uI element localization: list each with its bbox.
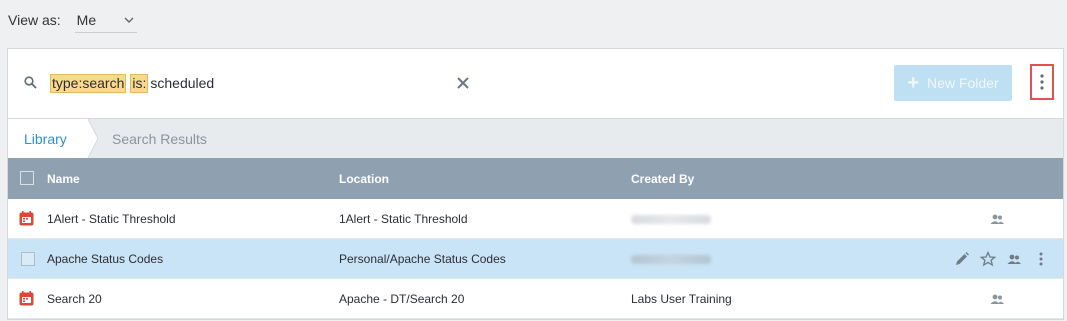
view-as-select[interactable]: Me [74, 7, 137, 33]
shared-users-icon[interactable] [1006, 251, 1022, 267]
table-header: Name Location Created By [8, 158, 1063, 199]
shared-users-icon[interactable] [989, 211, 1005, 227]
query-token-type: type:search [50, 73, 127, 93]
more-options-button[interactable] [1030, 64, 1054, 100]
row-created-by: Labs User Training [631, 292, 732, 306]
row-more-icon[interactable] [1033, 251, 1049, 267]
row-checkbox[interactable] [21, 252, 35, 266]
row-created-by [631, 239, 711, 279]
more-vertical-icon [1040, 74, 1044, 90]
clear-search-icon[interactable] [456, 76, 470, 90]
search-bar: type:search is: scheduled + New Folder [8, 49, 1063, 118]
row-created-by [631, 199, 711, 239]
blurred-user [631, 214, 711, 224]
header-location[interactable]: Location [339, 158, 389, 199]
tab-arrow-divider [88, 119, 98, 158]
view-as-value: Me [76, 11, 97, 28]
row-name[interactable]: 1Alert - Static Threshold [47, 199, 176, 239]
plus-icon: + [907, 72, 920, 94]
header-name[interactable]: Name [47, 158, 80, 199]
table-row[interactable]: Apache Status Codes Personal/Apache Stat… [8, 239, 1063, 279]
new-folder-label: New Folder [927, 75, 999, 91]
view-as: View as: Me [8, 7, 137, 33]
search-input[interactable]: type:search is: scheduled [50, 73, 214, 93]
table-row[interactable]: Search 20 Apache - DT/Search 20 Labs Use… [8, 279, 1063, 319]
query-text: scheduled [150, 75, 215, 91]
edit-pencil-icon[interactable] [954, 251, 970, 267]
row-location: Apache - DT/Search 20 [339, 292, 465, 306]
search-icon [24, 76, 37, 89]
tab-library[interactable]: Library [8, 119, 88, 158]
shared-users-icon[interactable] [989, 291, 1005, 307]
calendar-icon [19, 291, 34, 306]
query-token-is: is: [130, 73, 149, 93]
row-name[interactable]: Search 20 [47, 279, 102, 319]
library-panel: type:search is: scheduled + New Folder L… [7, 48, 1064, 320]
table-row[interactable]: 1Alert - Static Threshold 1Alert - Stati… [8, 199, 1063, 239]
header-created-by[interactable]: Created By [631, 158, 694, 199]
breadcrumb-tabs: Library Search Results [8, 118, 1063, 158]
row-name[interactable]: Apache Status Codes [47, 239, 163, 279]
tab-search-results[interactable]: Search Results [112, 119, 207, 158]
calendar-icon [19, 211, 34, 226]
row-location: Personal/Apache Status Codes [339, 252, 506, 266]
view-as-label: View as: [8, 12, 61, 28]
chevron-down-icon [124, 17, 134, 23]
row-location: 1Alert - Static Threshold [339, 212, 468, 226]
star-icon[interactable] [980, 251, 996, 267]
select-all-checkbox[interactable] [20, 171, 34, 185]
blurred-user [631, 254, 711, 264]
new-folder-button[interactable]: + New Folder [894, 65, 1012, 101]
